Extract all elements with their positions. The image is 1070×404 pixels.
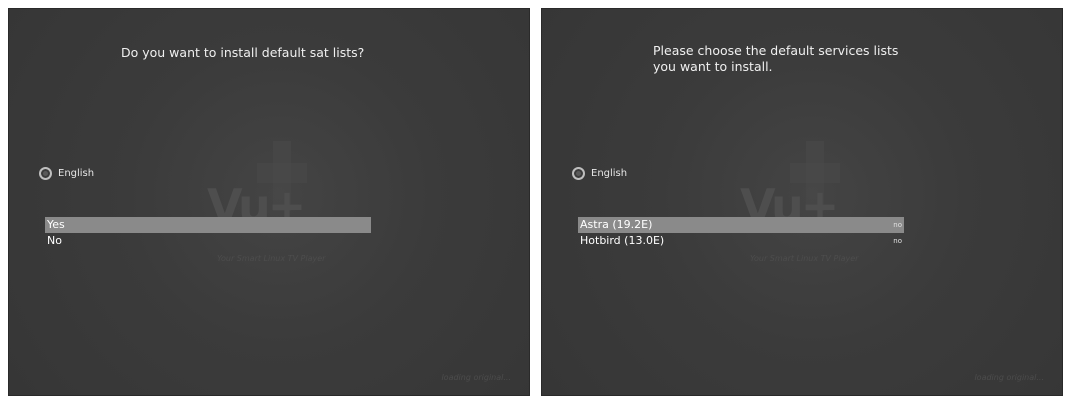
status-text: loading original... [974, 373, 1044, 382]
status-text: loading original... [441, 373, 511, 382]
tagline: Your Smart Linux TV Player [750, 254, 859, 263]
service-list: Astra (19.2E) no Hotbird (13.0E) no [578, 217, 904, 249]
option-label: Yes [47, 218, 65, 231]
language-label: English [591, 168, 628, 179]
language-indicator[interactable]: English [572, 167, 627, 180]
wizard-screen-service-lists: Vu+ Your Smart Linux TV Player loading o… [541, 8, 1063, 396]
radio-icon [572, 167, 585, 180]
language-indicator[interactable]: English [39, 167, 94, 180]
choice-list: Yes No [45, 217, 371, 249]
question-text: Do you want to install default sat lists… [121, 45, 365, 60]
tagline: Your Smart Linux TV Player [217, 254, 326, 263]
option-yes[interactable]: Yes [45, 217, 371, 233]
service-value: no [893, 237, 902, 245]
question-text: Please choose the default services lists… [653, 43, 899, 74]
service-label: Astra (19.2E) [580, 218, 653, 231]
radio-icon [39, 167, 52, 180]
service-label: Hotbird (13.0E) [580, 234, 665, 247]
option-no[interactable]: No [45, 233, 371, 249]
wizard-screen-sat-lists: Vu+ Your Smart Linux TV Player loading o… [8, 8, 530, 396]
service-value: no [893, 221, 902, 229]
service-item-astra[interactable]: Astra (19.2E) no [578, 217, 904, 233]
language-label: English [58, 168, 95, 179]
option-label: No [47, 234, 62, 247]
service-item-hotbird[interactable]: Hotbird (13.0E) no [578, 233, 904, 249]
